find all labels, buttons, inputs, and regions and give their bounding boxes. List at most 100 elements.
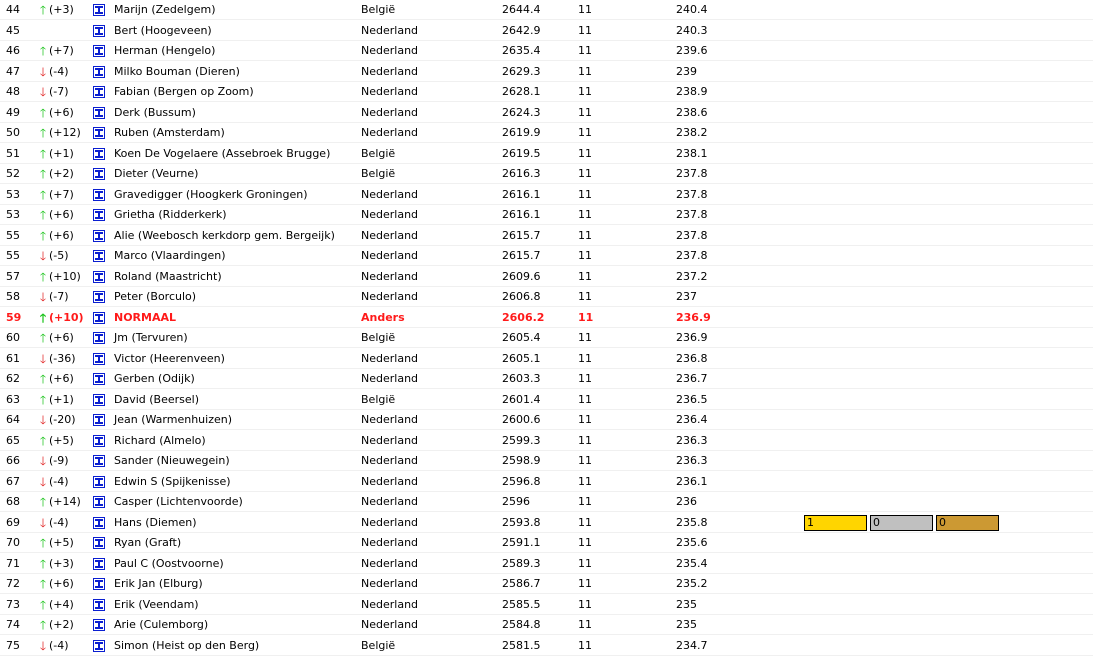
game-board-icon[interactable] [93, 599, 105, 611]
game-board-icon[interactable] [93, 435, 105, 447]
player-name-link[interactable]: Paul C (Oostvoorne) [114, 554, 224, 574]
player-name-link[interactable]: Ryan (Graft) [114, 533, 181, 553]
player-name-link[interactable]: Jean (Warmenhuizen) [114, 410, 232, 430]
game-board-icon[interactable] [93, 537, 105, 549]
game-board-icon[interactable] [93, 414, 105, 426]
player-name-link[interactable]: Gravedigger (Hoogkerk Groningen) [114, 185, 308, 205]
table-row: 46 🡑 (+7) Herman (Hengelo) Nederland 2635.4 11… [0, 41, 1093, 61]
game-board-icon[interactable] [93, 291, 105, 303]
games-cell: 11 [578, 85, 592, 98]
player-name-link[interactable]: NORMAAL [114, 308, 176, 328]
game-board-icon[interactable] [93, 312, 105, 324]
country-cell: België [361, 147, 396, 160]
player-name-link[interactable]: Simon (Heist op den Berg) [114, 636, 259, 656]
player-name-link[interactable]: Arie (Culemborg) [114, 615, 208, 635]
score-cell: 2585.5 [502, 598, 541, 611]
rank-cell: 72 [6, 577, 20, 590]
arrow-up-icon: 🡑 [39, 331, 47, 345]
games-cell: 11 [578, 516, 592, 529]
game-board-icon[interactable] [93, 209, 105, 221]
game-board-icon[interactable] [93, 271, 105, 283]
game-board-icon[interactable] [93, 332, 105, 344]
game-board-icon[interactable] [93, 66, 105, 78]
rank-change: (-4) [49, 475, 69, 488]
medal-gold: 1 [804, 515, 867, 531]
game-board-icon[interactable] [93, 578, 105, 590]
average-cell: 236.3 [676, 434, 708, 447]
game-board-icon[interactable] [93, 476, 105, 488]
country-cell: Nederland [361, 270, 419, 283]
arrow-down-icon: 🡓 [39, 85, 47, 99]
player-name-link[interactable]: Herman (Hengelo) [114, 41, 215, 61]
player-name-link[interactable]: Fabian (Bergen op Zoom) [114, 82, 254, 102]
player-name-link[interactable]: Dieter (Veurne) [114, 164, 198, 184]
player-name-link[interactable]: Richard (Almelo) [114, 431, 206, 451]
game-board-icon[interactable] [93, 455, 105, 467]
game-board-icon[interactable] [93, 45, 105, 57]
game-board-icon[interactable] [93, 250, 105, 262]
table-row: 52 🡑 (+2) Dieter (Veurne) België 2616.3 11 237.… [0, 164, 1093, 184]
arrow-down-icon: 🡓 [39, 475, 47, 489]
player-name-link[interactable]: Derk (Bussum) [114, 103, 196, 123]
player-name-link[interactable]: Edwin S (Spijkenisse) [114, 472, 231, 492]
average-cell: 235.8 [676, 516, 708, 529]
game-board-icon[interactable] [93, 517, 105, 529]
table-row: 50 🡑 (+12) Ruben (Amsterdam) Nederland 2619.9… [0, 123, 1093, 143]
game-board-icon[interactable] [93, 148, 105, 160]
player-name-link[interactable]: Marijn (Zedelgem) [114, 0, 216, 20]
game-board-icon[interactable] [93, 496, 105, 508]
game-board-icon[interactable] [93, 107, 105, 119]
player-name-link[interactable]: Ruben (Amsterdam) [114, 123, 225, 143]
rank-change: (+6) [49, 229, 74, 242]
score-cell: 2606.8 [502, 290, 541, 303]
player-name-link[interactable]: Peter (Borculo) [114, 287, 196, 307]
games-cell: 11 [578, 495, 592, 508]
player-name-link[interactable]: Victor (Heerenveen) [114, 349, 225, 369]
player-name-link[interactable]: Bert (Hoogeveen) [114, 21, 212, 41]
player-name-link[interactable]: Gerben (Odijk) [114, 369, 195, 389]
player-name-link[interactable]: David (Beersel) [114, 390, 199, 410]
game-board-icon[interactable] [93, 353, 105, 365]
game-board-icon[interactable] [93, 86, 105, 98]
arrow-up-icon: 🡑 [39, 536, 47, 550]
games-cell: 11 [578, 331, 592, 344]
player-name-link[interactable]: Milko Bouman (Dieren) [114, 62, 240, 82]
player-name-link[interactable]: Alie (Weebosch kerkdorp gem. Bergeijk) [114, 226, 335, 246]
player-name-link[interactable]: Casper (Lichtenvoorde) [114, 492, 243, 512]
game-board-icon[interactable] [93, 168, 105, 180]
table-row: 60 🡑 (+6) Jm (Tervuren) België 2605.4 11 236.9 [0, 328, 1093, 348]
player-name-link[interactable]: Jm (Tervuren) [114, 328, 188, 348]
game-board-icon[interactable] [93, 25, 105, 37]
arrow-up-icon: 🡑 [39, 147, 47, 161]
rank-change: (-4) [49, 516, 69, 529]
arrow-up-icon: 🡑 [39, 434, 47, 448]
game-board-icon[interactable] [93, 189, 105, 201]
arrow-up-icon: 🡑 [39, 44, 47, 58]
game-board-icon[interactable] [93, 230, 105, 242]
game-board-icon[interactable] [93, 394, 105, 406]
country-cell: Nederland [361, 536, 419, 549]
score-cell: 2593.8 [502, 516, 541, 529]
player-name-link[interactable]: Erik (Veendam) [114, 595, 199, 615]
player-name-link[interactable]: Marco (Vlaardingen) [114, 246, 226, 266]
games-cell: 11 [578, 270, 592, 283]
game-board-icon[interactable] [93, 619, 105, 631]
player-name-link[interactable]: Koen De Vogelaere (Assebroek Brugge) [114, 144, 330, 164]
player-name-link[interactable]: Sander (Nieuwegein) [114, 451, 230, 471]
arrow-down-icon: 🡓 [39, 290, 47, 304]
game-board-icon[interactable] [93, 640, 105, 652]
player-name-link[interactable]: Grietha (Ridderkerk) [114, 205, 227, 225]
game-board-icon[interactable] [93, 4, 105, 16]
average-cell: 235.4 [676, 557, 708, 570]
game-board-icon[interactable] [93, 558, 105, 570]
average-cell: 236 [676, 495, 697, 508]
player-name-link[interactable]: Hans (Diemen) [114, 513, 197, 533]
country-cell: Nederland [361, 557, 419, 570]
country-cell: Nederland [361, 495, 419, 508]
game-board-icon[interactable] [93, 373, 105, 385]
score-cell: 2615.7 [502, 229, 541, 242]
player-name-link[interactable]: Erik Jan (Elburg) [114, 574, 203, 594]
game-board-icon[interactable] [93, 127, 105, 139]
player-name-link[interactable]: Roland (Maastricht) [114, 267, 222, 287]
rank-change: (-36) [49, 352, 76, 365]
